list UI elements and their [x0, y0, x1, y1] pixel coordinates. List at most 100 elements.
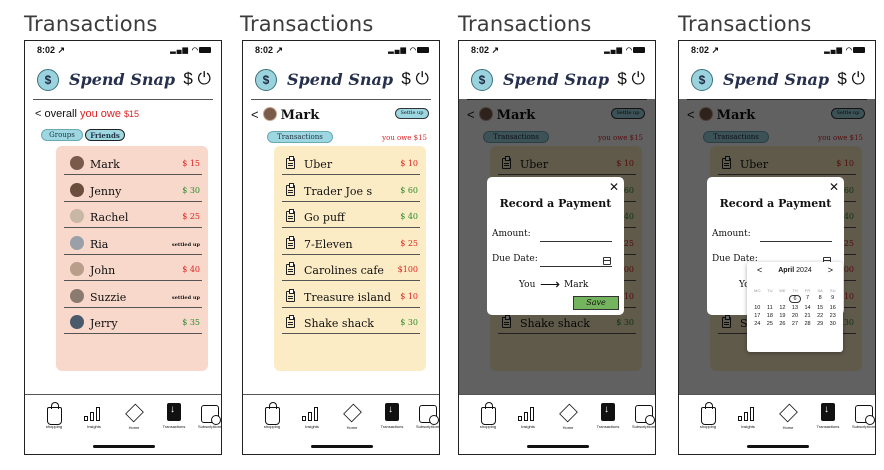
- tab-subscriptions[interactable]: Subscriptions: [847, 403, 876, 429]
- save-button[interactable]: Save: [573, 296, 619, 310]
- tab-friends[interactable]: Friends: [85, 129, 125, 141]
- tab-shopping[interactable]: shopping: [471, 402, 505, 429]
- calendar-day[interactable]: 29: [814, 321, 827, 327]
- tab-subscriptions[interactable]: Subscriptions: [627, 403, 655, 429]
- tab-insights[interactable]: Insights: [731, 403, 765, 429]
- tab-transactions[interactable]: Transactions: [811, 403, 845, 429]
- status-bar: 8:02 ↗ ▂▄▆ ◠: [37, 45, 211, 57]
- power-icon[interactable]: ⏻: [852, 69, 865, 88]
- tab-home[interactable]: Home: [551, 403, 585, 430]
- clipboard-icon: [286, 262, 295, 275]
- tab-transactions[interactable]: Transactions: [157, 403, 191, 429]
- calendar-day[interactable]: [751, 295, 764, 303]
- close-icon[interactable]: ✕: [609, 180, 619, 194]
- dollar-logo-icon[interactable]: $: [255, 69, 277, 91]
- close-icon[interactable]: ✕: [829, 180, 839, 194]
- calendar-day[interactable]: 9: [826, 295, 839, 303]
- calendar-day[interactable]: 7: [801, 295, 814, 303]
- currency-icon[interactable]: $: [183, 69, 192, 88]
- tab-transactions[interactable]: Transactions: [591, 403, 625, 429]
- calendar-day[interactable]: 25: [764, 321, 777, 327]
- power-icon[interactable]: ⏻: [416, 69, 429, 88]
- tab-label: Subscriptions: [851, 424, 876, 429]
- calendar-day[interactable]: 19: [776, 313, 789, 319]
- friend-row[interactable]: Mark $ 15: [64, 155, 202, 175]
- tab-transactions[interactable]: Transactions: [375, 403, 409, 429]
- frame-title: Transactions: [458, 12, 592, 36]
- calendar-day[interactable]: 17: [751, 313, 764, 319]
- app-header: $ Spend Snap $ ⏻: [679, 65, 875, 99]
- next-month-icon[interactable]: >: [828, 265, 833, 275]
- back-chevron-icon[interactable]: <: [35, 108, 41, 120]
- transaction-row[interactable]: Trader Joe s $ 60: [282, 182, 420, 202]
- tab-transactions[interactable]: Transactions: [267, 131, 333, 143]
- tab-label: Transactions: [816, 424, 840, 429]
- power-icon[interactable]: ⏻: [632, 69, 645, 88]
- tab-insights[interactable]: Insights: [77, 403, 111, 429]
- dollar-logo-icon[interactable]: $: [37, 69, 59, 91]
- calendar-icon[interactable]: [603, 257, 611, 265]
- calendar-day[interactable]: 6: [788, 295, 802, 303]
- calendar-day[interactable]: 15: [814, 305, 827, 311]
- calendar-day[interactable]: 14: [801, 305, 814, 311]
- back-chevron-icon[interactable]: <: [251, 107, 259, 122]
- friend-row[interactable]: Ria settled up: [64, 235, 202, 255]
- power-icon[interactable]: ⏻: [198, 69, 211, 88]
- calendar-day[interactable]: 30: [826, 321, 839, 327]
- transaction-row[interactable]: Go puff $ 40: [282, 208, 420, 228]
- tab-home[interactable]: Home: [771, 403, 805, 430]
- tab-shopping[interactable]: shopping: [691, 402, 725, 429]
- friend-row[interactable]: Jerry $ 35: [64, 314, 202, 334]
- transaction-amount: $ 30: [400, 318, 418, 327]
- clipboard-icon: [286, 288, 295, 302]
- calendar-day[interactable]: 10: [751, 305, 764, 311]
- calendar-day[interactable]: 20: [789, 313, 802, 319]
- tab-home[interactable]: Home: [117, 403, 151, 430]
- weekday-label: TU: [767, 288, 773, 293]
- dollar-logo-icon[interactable]: $: [471, 69, 493, 91]
- transaction-row[interactable]: Uber $ 10: [282, 155, 420, 175]
- tab-subscriptions[interactable]: Subscriptions: [411, 403, 440, 429]
- tab-home[interactable]: Home: [335, 403, 369, 430]
- calendar-day[interactable]: 23: [826, 313, 839, 319]
- calendar-day[interactable]: 16: [826, 305, 839, 311]
- friend-row[interactable]: Suzzie settled up: [64, 288, 202, 308]
- calendar-day[interactable]: 21: [801, 313, 814, 319]
- tab-shopping[interactable]: shopping: [255, 402, 289, 429]
- friend-row[interactable]: Rachel $ 25: [64, 208, 202, 228]
- calendar-day[interactable]: 22: [814, 313, 827, 319]
- friend-row[interactable]: Jenny $ 30: [64, 182, 202, 202]
- currency-icon[interactable]: $: [401, 69, 410, 88]
- transaction-row[interactable]: Shake shack $ 30: [282, 314, 420, 334]
- friend-row[interactable]: John $ 40: [64, 261, 202, 281]
- calendar-day[interactable]: 27: [789, 321, 802, 327]
- tab-shopping[interactable]: shopping: [37, 402, 71, 429]
- currency-icon[interactable]: $: [617, 69, 626, 88]
- calendar-day[interactable]: [764, 295, 777, 303]
- calendar-day[interactable]: 18: [764, 313, 777, 319]
- transaction-row[interactable]: Treasure island $ 10: [282, 288, 420, 308]
- calendar-day[interactable]: 24: [751, 321, 764, 327]
- tab-label: Subscriptions: [415, 424, 440, 429]
- tab-insights[interactable]: Insights: [511, 403, 545, 429]
- calendar-day[interactable]: 13: [789, 305, 802, 311]
- tab-subscriptions[interactable]: Subscriptions: [193, 403, 221, 429]
- calendar-day[interactable]: 28: [801, 321, 814, 327]
- transaction-row[interactable]: Carolines cafe $100: [282, 261, 420, 281]
- tab-groups[interactable]: Groups: [41, 129, 83, 141]
- due-date-input[interactable]: [540, 266, 612, 267]
- calendar-day[interactable]: 8: [814, 295, 827, 303]
- currency-icon[interactable]: $: [837, 69, 846, 88]
- tab-insights[interactable]: Insights: [295, 403, 329, 429]
- dollar-logo-icon[interactable]: $: [691, 69, 713, 91]
- calendar-day[interactable]: 12: [776, 305, 789, 311]
- amount-input[interactable]: [760, 241, 832, 242]
- overall-label: overall: [44, 108, 80, 120]
- transaction-row[interactable]: 7-Eleven $ 25: [282, 235, 420, 255]
- settle-up-button[interactable]: Settle up: [395, 108, 429, 119]
- calendar-day[interactable]: [776, 295, 789, 303]
- calendar-day[interactable]: 11: [764, 305, 777, 311]
- calendar-day[interactable]: 26: [776, 321, 789, 327]
- amount-input[interactable]: [540, 241, 612, 242]
- friend-balance: $ 35: [182, 318, 200, 327]
